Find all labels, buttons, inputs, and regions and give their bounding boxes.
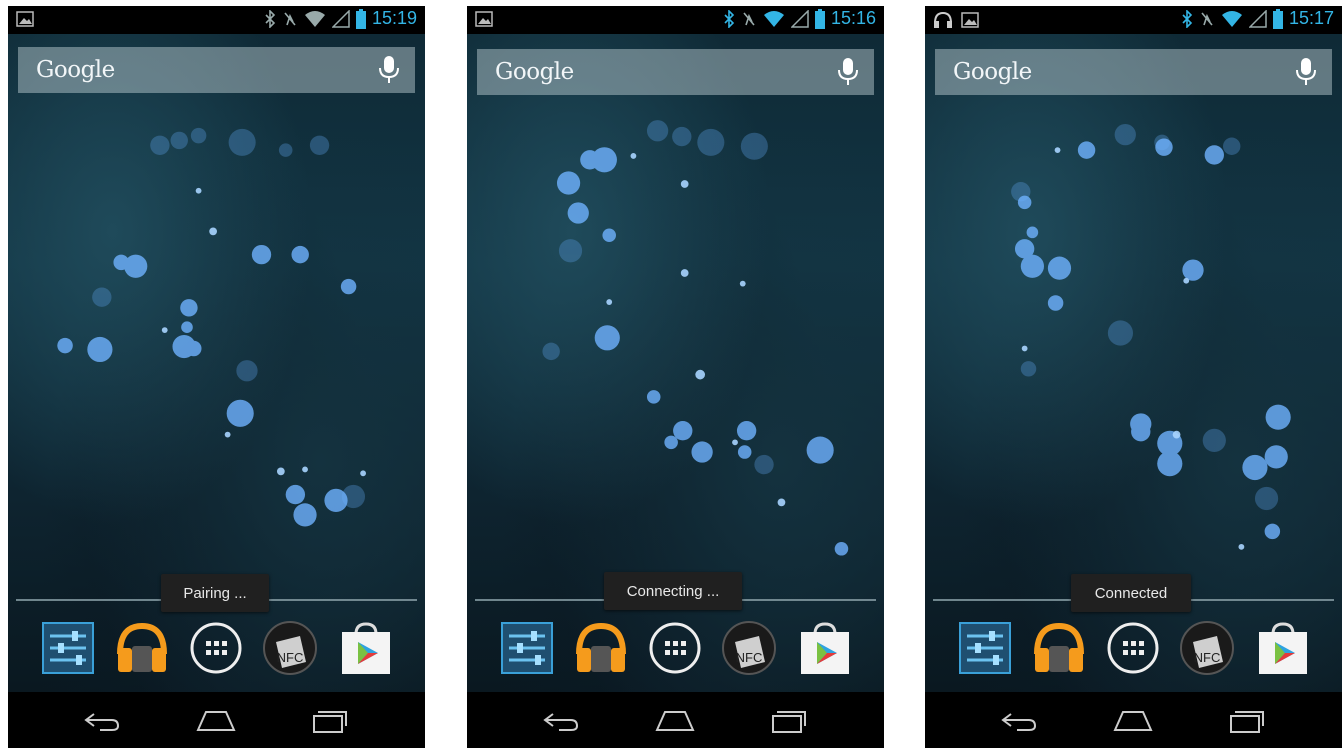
- nfc-app-icon[interactable]: NFC: [721, 620, 777, 676]
- back-button-icon[interactable]: [80, 706, 124, 734]
- status-bar: 15:16: [467, 6, 884, 34]
- home-button-icon[interactable]: [1111, 706, 1155, 734]
- battery-icon: [1272, 8, 1283, 29]
- status-bar: 15:17: [925, 6, 1342, 34]
- wifi-icon: [1221, 10, 1242, 27]
- music-app-icon[interactable]: [1031, 620, 1087, 676]
- nfc-label: NFC: [736, 650, 763, 665]
- wifi-icon: [763, 10, 784, 27]
- bluetooth-icon: [265, 9, 276, 28]
- vibrate-icon: [284, 11, 296, 26]
- google-logo: Google: [495, 59, 574, 85]
- toast-message: Connected: [1071, 574, 1191, 612]
- navigation-bar: [8, 692, 425, 748]
- phone-screen-2: 15:16 Google Connecting ... NFC: [467, 6, 884, 748]
- image-icon: [16, 11, 34, 27]
- home-button-icon[interactable]: [194, 706, 238, 734]
- microphone-icon[interactable]: [1294, 57, 1318, 87]
- google-search-bar[interactable]: Google: [477, 49, 874, 95]
- home-button-icon[interactable]: [653, 706, 697, 734]
- nfc-label: NFC: [277, 650, 304, 665]
- battery-icon: [814, 8, 825, 29]
- nfc-app-icon[interactable]: NFC: [262, 620, 318, 676]
- google-search-bar[interactable]: Google: [935, 49, 1332, 95]
- signal-icon: [790, 9, 809, 28]
- nfc-app-icon[interactable]: NFC: [1179, 620, 1235, 676]
- phone-screen-3: 15:17 Google Connected NFC: [925, 6, 1342, 748]
- back-button-icon[interactable]: [997, 706, 1041, 734]
- status-time: 15:17: [1288, 8, 1334, 28]
- recent-apps-button-icon[interactable]: [767, 706, 811, 734]
- settings-app-icon[interactable]: [957, 620, 1013, 676]
- navigation-bar: [467, 692, 884, 748]
- microphone-icon[interactable]: [836, 57, 860, 87]
- status-time: 15:19: [371, 8, 417, 28]
- dock: NFC: [467, 620, 884, 680]
- vibrate-icon: [743, 11, 755, 26]
- phone-screen-1: 15:19 Google Pairing ... NFC: [8, 6, 425, 748]
- app-drawer-icon[interactable]: [647, 620, 703, 676]
- toast-message: Connecting ...: [604, 572, 742, 610]
- play-store-icon[interactable]: [338, 620, 394, 676]
- toast-message: Pairing ...: [161, 574, 269, 612]
- microphone-icon[interactable]: [377, 55, 401, 85]
- status-time: 15:16: [830, 8, 876, 28]
- google-logo: Google: [953, 59, 1032, 85]
- app-drawer-icon[interactable]: [188, 620, 244, 676]
- image-icon: [961, 12, 979, 28]
- dock: NFC: [925, 620, 1342, 680]
- battery-icon: [355, 8, 366, 29]
- signal-icon: [1248, 9, 1267, 28]
- signal-icon: [331, 9, 350, 28]
- google-search-bar[interactable]: Google: [18, 47, 415, 93]
- nfc-tag-icon: NFC: [1180, 621, 1234, 675]
- recent-apps-button-icon[interactable]: [308, 706, 352, 734]
- music-app-icon[interactable]: [573, 620, 629, 676]
- back-button-icon[interactable]: [539, 706, 583, 734]
- recent-apps-button-icon[interactable]: [1225, 706, 1269, 734]
- headphones-icon: [934, 11, 952, 28]
- nfc-tag-icon: NFC: [263, 621, 317, 675]
- status-bar: 15:19: [8, 6, 425, 34]
- settings-app-icon[interactable]: [40, 620, 96, 676]
- app-drawer-icon[interactable]: [1105, 620, 1161, 676]
- dock: NFC: [8, 620, 425, 680]
- vibrate-icon: [1201, 11, 1213, 26]
- play-store-icon[interactable]: [797, 620, 853, 676]
- play-store-icon[interactable]: [1255, 620, 1311, 676]
- google-logo: Google: [36, 57, 115, 83]
- settings-app-icon[interactable]: [499, 620, 555, 676]
- nfc-label: NFC: [1194, 650, 1221, 665]
- bluetooth-icon: [1182, 9, 1193, 28]
- wifi-icon: [304, 10, 325, 27]
- music-app-icon[interactable]: [114, 620, 170, 676]
- image-icon: [475, 11, 493, 27]
- navigation-bar: [925, 692, 1342, 748]
- bluetooth-icon: [724, 9, 735, 28]
- nfc-tag-icon: NFC: [722, 621, 776, 675]
